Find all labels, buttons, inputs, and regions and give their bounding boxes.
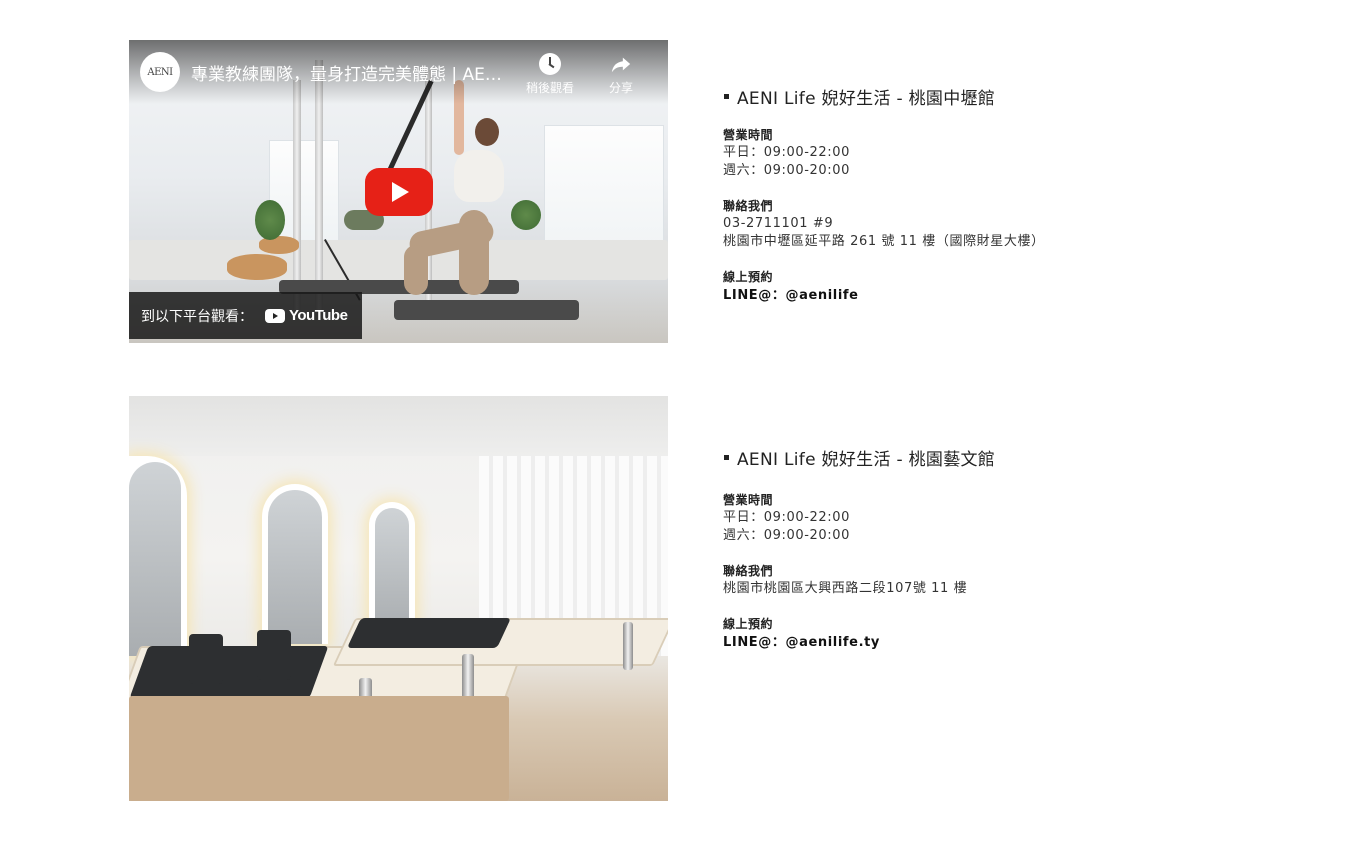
hours-label: 營業時間 xyxy=(723,128,774,142)
watch-on-label: 到以下平台觀看： xyxy=(141,308,253,325)
address: 桃園市中壢區延平路 261 號 11 樓（國際財星大樓） xyxy=(723,234,1045,249)
watch-later-label: 稍後觀看 xyxy=(525,81,574,95)
booking-label: 線上預約 xyxy=(723,617,774,631)
arch-mirror xyxy=(262,484,328,644)
contact-label: 聯絡我們 xyxy=(723,199,774,213)
saturday-hours: 週六：09:00-20:00 xyxy=(723,528,851,543)
saturday-hours: 週六：09:00-20:00 xyxy=(723,163,851,178)
floor-area xyxy=(129,240,668,280)
shoulder-rest xyxy=(189,634,223,684)
studio-scene xyxy=(129,396,668,801)
video-embed[interactable]: AENI 專業教練團隊，量身打造完美體態 | AENI Life 婗好生活 稍後… xyxy=(129,40,668,343)
location-title: AENI Life 婗好生活 - 桃園藝文館 xyxy=(723,445,1283,470)
chrome-post xyxy=(623,622,633,670)
stool xyxy=(227,254,287,280)
hours-section: 營業時間 平日：09:00-22:00 週六：09:00-20:00 xyxy=(723,127,1283,180)
video-title[interactable]: 專業教練團隊，量身打造完美體態 | AENI Life 婗好生活 xyxy=(191,60,511,85)
watch-later-button[interactable]: 稍後觀看 xyxy=(520,53,580,96)
bullet-icon xyxy=(724,455,729,460)
contact-section: 聯絡我們 03-2711101 #9 桃園市中壢區延平路 261 號 11 樓（… xyxy=(723,198,1283,251)
contact-label: 聯絡我們 xyxy=(723,564,774,578)
address: 桃園市桃園區大興西路二段107號 11 樓 xyxy=(723,581,968,596)
youtube-logo: YouTube xyxy=(265,307,348,324)
pole xyxy=(293,80,301,310)
share-button[interactable]: 分享 xyxy=(591,53,651,96)
location-title-text: AENI Life 婗好生活 - 桃園藝文館 xyxy=(737,450,996,470)
studio-photo xyxy=(129,396,668,801)
location-title-text: AENI Life 婗好生活 - 桃園中壢館 xyxy=(737,89,996,109)
channel-logo[interactable]: AENI xyxy=(140,52,180,92)
person-leg xyxy=(459,210,489,295)
bullet-icon xyxy=(724,94,729,99)
hours-label: 營業時間 xyxy=(723,493,774,507)
hours-section: 營業時間 平日：09:00-22:00 週六：09:00-20:00 xyxy=(723,492,1283,545)
location-info-zhongli: AENI Life 婗好生活 - 桃園中壢館 營業時間 平日：09:00-22:… xyxy=(723,84,1283,306)
ceiling xyxy=(129,396,668,456)
wood-floor xyxy=(129,696,509,801)
booking-section: 線上預約 LINE@：@aenilife.ty xyxy=(723,616,1283,653)
plant xyxy=(255,200,285,240)
line-id-link[interactable]: LINE@：@aenilife xyxy=(723,286,1283,306)
youtube-logo-icon xyxy=(265,308,285,323)
line-id-link[interactable]: LINE@：@aenilife.ty xyxy=(723,633,1283,653)
reformer-pad xyxy=(129,646,329,698)
location-info-yiwen: AENI Life 婗好生活 - 桃園藝文館 營業時間 平日：09:00-22:… xyxy=(723,445,1283,653)
share-arrow-icon xyxy=(611,57,631,73)
youtube-label: YouTube xyxy=(289,307,348,324)
person-top xyxy=(454,150,504,202)
booking-label: 線上預約 xyxy=(723,270,774,284)
clock-icon xyxy=(539,53,561,75)
weekday-hours: 平日：09:00-22:00 xyxy=(723,145,851,160)
arch-mirror xyxy=(129,456,187,656)
arch-mirror xyxy=(369,502,415,632)
plant xyxy=(511,200,541,230)
person-leg xyxy=(404,245,428,295)
booking-section: 線上預約 LINE@：@aenilife xyxy=(723,269,1283,306)
reformer-pad xyxy=(347,618,511,648)
share-label: 分享 xyxy=(608,81,633,95)
shoulder-rest xyxy=(257,630,291,680)
reformer-bench xyxy=(394,300,579,320)
location-title: AENI Life 婗好生活 - 桃園中壢館 xyxy=(723,84,1283,109)
weekday-hours: 平日：09:00-22:00 xyxy=(723,510,851,525)
person-hair xyxy=(475,118,499,146)
contact-section: 聯絡我們 桃園市桃園區大興西路二段107號 11 樓 xyxy=(723,563,1283,598)
phone-link[interactable]: 03-2711101 #9 xyxy=(723,215,1283,233)
play-button[interactable] xyxy=(365,168,433,216)
watch-on-youtube-button[interactable]: 到以下平台觀看： YouTube xyxy=(129,292,362,339)
